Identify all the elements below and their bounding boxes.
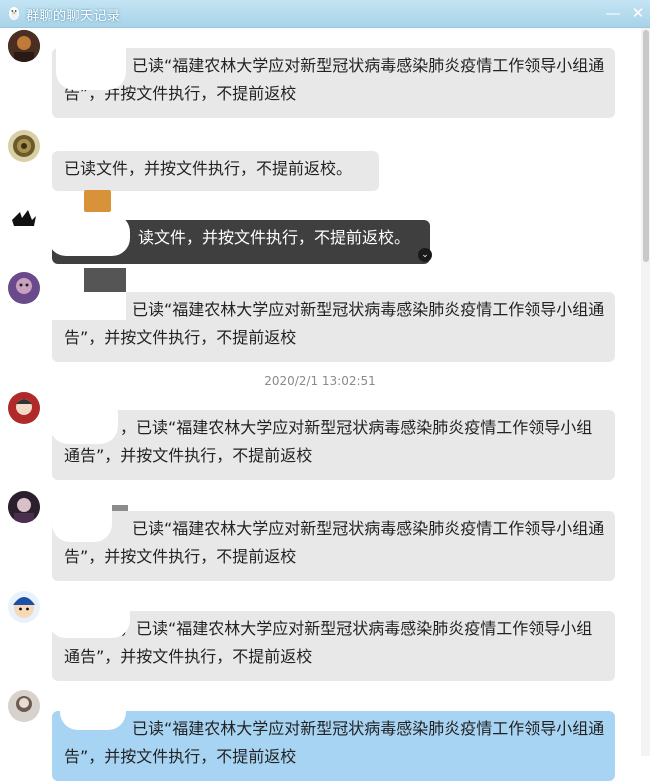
message-bubble[interactable]: 已读文件，并按文件执行，不提前返校。 bbox=[52, 151, 379, 191]
message-text: 已读“福建农林大学应对新型冠状病毒感染肺炎疫情工作领导小组通告”，并按文件执行，… bbox=[64, 519, 605, 566]
avatar-image bbox=[8, 30, 40, 62]
message-bubble[interactable]: 已读“福建农林大学应对新型冠状病毒感染肺炎疫情工作领导小组通告”，并按文件执行，… bbox=[52, 511, 615, 581]
avatar-image bbox=[8, 690, 40, 722]
message-text: 已读文件，并按文件执行，不提前返校。 bbox=[64, 159, 353, 178]
redaction-mask bbox=[60, 690, 126, 730]
message-text: ，已读“福建农林大学应对新型冠状病毒感染肺炎疫情工作领导小组通告”，并按文件执行… bbox=[64, 418, 593, 465]
message-bubble[interactable]: 已读“福建农林大学应对新型冠状病毒感染肺炎疫情工作领导小组通告”，并按文件执行，… bbox=[52, 48, 615, 118]
vertical-scrollbar[interactable] bbox=[641, 28, 650, 756]
avatar[interactable] bbox=[8, 202, 40, 234]
avatar-image bbox=[8, 491, 40, 523]
avatar-image bbox=[8, 272, 40, 304]
title-bar: 群聊的聊天记录 — ✕ bbox=[0, 0, 650, 28]
orange-tag bbox=[84, 190, 111, 212]
redaction-mask bbox=[48, 214, 130, 256]
avatar[interactable] bbox=[8, 30, 40, 62]
qq-penguin-icon bbox=[9, 7, 19, 20]
message-bubble[interactable]: ，已读“福建农林大学应对新型冠状病毒感染肺炎疫情工作领导小组通告”，并按文件执行… bbox=[52, 410, 615, 480]
message-text: 已读“福建农林大学应对新型冠状病毒感染肺炎疫情工作领导小组通告”，并按文件执行，… bbox=[64, 719, 605, 766]
avatar-image bbox=[8, 130, 40, 162]
redaction-mask bbox=[52, 292, 126, 320]
window-title: 群聊的聊天记录 bbox=[26, 9, 121, 24]
message-text: ，已读“福建农林大学应对新型冠状病毒感染肺炎疫情工作领导小组通告”，并按文件执行… bbox=[64, 619, 593, 666]
redaction-mask bbox=[60, 124, 110, 148]
avatar[interactable] bbox=[8, 272, 40, 304]
avatar-image bbox=[8, 392, 40, 424]
avatar[interactable] bbox=[8, 392, 40, 424]
message-bubble[interactable]: 已读“福建农林大学应对新型冠状病毒感染肺炎疫情工作领导小组通告”，并按文件执行，… bbox=[52, 711, 615, 781]
redaction-mask bbox=[50, 396, 118, 444]
message-text: 读文件，并按文件执行，不提前返校。 bbox=[138, 228, 411, 247]
close-button[interactable]: ✕ bbox=[628, 3, 648, 23]
avatar[interactable] bbox=[8, 491, 40, 523]
message-text: 已读“福建农林大学应对新型冠状病毒感染肺炎疫情工作领导小组通告”，并按文件执行，… bbox=[64, 300, 605, 347]
redaction-mask bbox=[52, 486, 112, 542]
minimize-button[interactable]: — bbox=[603, 3, 623, 23]
timestamp: 2020/2/1 13:02:51 bbox=[264, 374, 376, 388]
message-bubble[interactable]: ，已读“福建农林大学应对新型冠状病毒感染肺炎疫情工作领导小组通告”，并按文件执行… bbox=[52, 611, 615, 681]
redaction-mask bbox=[48, 596, 130, 638]
chevron-down-icon[interactable]: ⌄ bbox=[418, 248, 432, 262]
avatar[interactable] bbox=[8, 130, 40, 162]
message-text: 已读“福建农林大学应对新型冠状病毒感染肺炎疫情工作领导小组通告”，并按文件执行，… bbox=[64, 56, 605, 103]
avatar[interactable] bbox=[8, 690, 40, 722]
redaction-mask bbox=[56, 30, 126, 90]
avatar-image bbox=[8, 591, 40, 623]
avatar[interactable] bbox=[8, 591, 40, 623]
scrollbar-thumb[interactable] bbox=[643, 30, 649, 262]
message-bubble[interactable]: 已读“福建农林大学应对新型冠状病毒感染肺炎疫情工作领导小组通告”，并按文件执行，… bbox=[52, 292, 615, 362]
grey-tag bbox=[84, 268, 126, 294]
avatar-image bbox=[8, 202, 40, 234]
